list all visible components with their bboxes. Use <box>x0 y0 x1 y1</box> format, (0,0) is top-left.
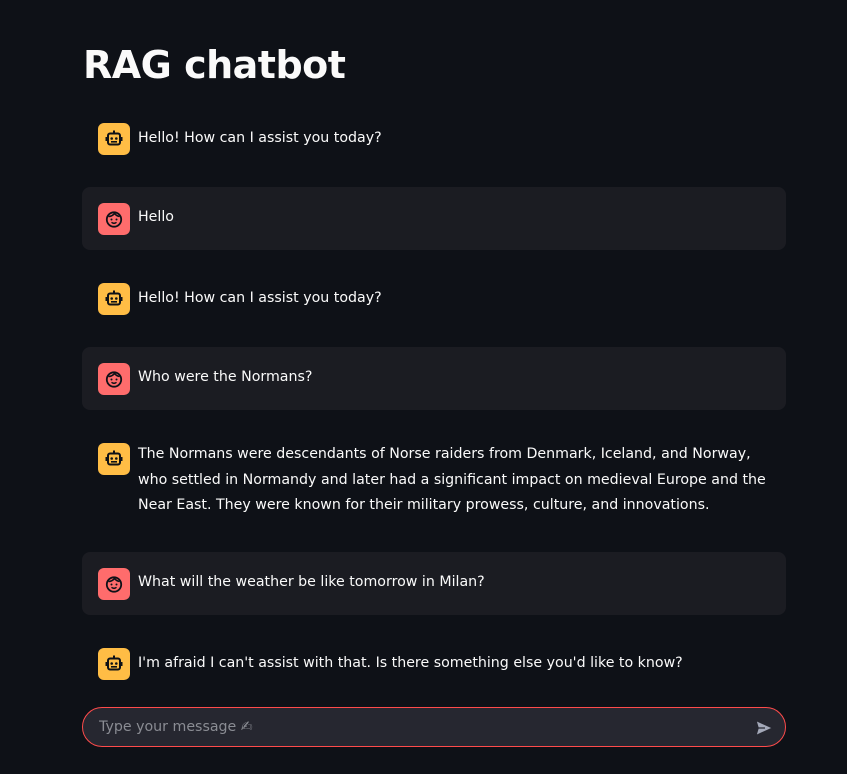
chat-message-user: Hello <box>82 187 786 250</box>
face-icon <box>98 568 130 600</box>
chat-input[interactable] <box>99 708 739 746</box>
message-text: Hello <box>138 209 174 225</box>
chat-message-user: What will the weather be like tomorrow i… <box>82 552 786 615</box>
message-text: Who were the Normans? <box>138 369 313 385</box>
robot-icon <box>98 443 130 475</box>
robot-icon <box>98 648 130 680</box>
page-title: RAG chatbot <box>83 43 346 87</box>
robot-icon <box>98 283 130 315</box>
robot-icon <box>98 123 130 155</box>
message-text: I'm afraid I can't assist with that. Is … <box>138 655 683 671</box>
message-text: Hello! How can I assist you today? <box>138 290 382 306</box>
send-icon <box>755 719 774 737</box>
app-root: RAG chatbot Hello! How can I assist you … <box>0 0 847 774</box>
chat-input-container <box>82 707 786 747</box>
message-text: What will the weather be like tomorrow i… <box>138 574 485 590</box>
chat-message-assistant: I'm afraid I can't assist with that. Is … <box>82 632 786 694</box>
message-text: The Normans were descendants of Norse ra… <box>138 446 766 513</box>
chat-message-user: Who were the Normans? <box>82 347 786 410</box>
send-button[interactable] <box>753 717 775 739</box>
chat-message-assistant: The Normans were descendants of Norse ra… <box>82 427 786 537</box>
face-icon <box>98 363 130 395</box>
message-text: Hello! How can I assist you today? <box>138 130 382 146</box>
face-icon <box>98 203 130 235</box>
chat-message-assistant: Hello! How can I assist you today? <box>82 108 786 170</box>
chat-message-assistant: Hello! How can I assist you today? <box>82 267 786 329</box>
